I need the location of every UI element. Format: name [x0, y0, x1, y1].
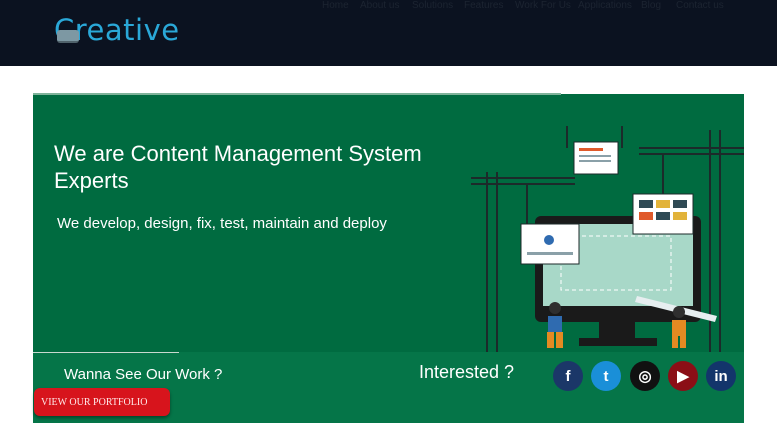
- worker-left: [547, 302, 563, 348]
- nav-item-applications[interactable]: Applications: [578, 0, 632, 11]
- interested-label: Interested ?: [419, 362, 515, 382]
- facebook-glyph: f: [565, 367, 571, 385]
- construction-illustration: [471, 126, 744, 352]
- work-label: Wanna See Our Work ?: [64, 366, 223, 383]
- hero-title: We are Content Management System Experts: [54, 141, 422, 193]
- instagram-glyph: ◎: [638, 368, 652, 385]
- nav-item-work-for-us[interactable]: Work For Us: [515, 0, 571, 11]
- youtube-glyph: ▶: [677, 368, 689, 385]
- logo-mask-icon: [57, 30, 79, 43]
- nav-item-blog[interactable]: Blog: [641, 0, 661, 11]
- linkedin-glyph: in: [714, 367, 728, 385]
- hanging-panel-top: [573, 141, 619, 175]
- nav-item-home[interactable]: Home: [322, 0, 349, 11]
- youtube-icon[interactable]: ▶: [668, 361, 698, 391]
- nav-item-features[interactable]: Features: [464, 0, 503, 11]
- band-divider: [33, 352, 179, 353]
- nav-item-solutions[interactable]: Solutions: [412, 0, 453, 11]
- instagram-icon[interactable]: ◎: [630, 361, 660, 391]
- facebook-icon[interactable]: f: [553, 361, 583, 391]
- twitter-glyph: t: [603, 367, 609, 385]
- nav-item-contact-us[interactable]: Contact us: [676, 0, 724, 11]
- hero-subtitle: We develop, design, fix, test, maintain …: [57, 215, 387, 232]
- twitter-icon[interactable]: t: [591, 361, 621, 391]
- hero-divider: [33, 93, 561, 95]
- view-portfolio-button[interactable]: VIEW OUR PORTFOLIO: [34, 388, 170, 416]
- top-navigation-bar: Creative Home About us Solutions Feature…: [0, 0, 777, 66]
- linkedin-icon[interactable]: in: [706, 361, 736, 391]
- nav-item-about-us[interactable]: About us: [360, 0, 399, 11]
